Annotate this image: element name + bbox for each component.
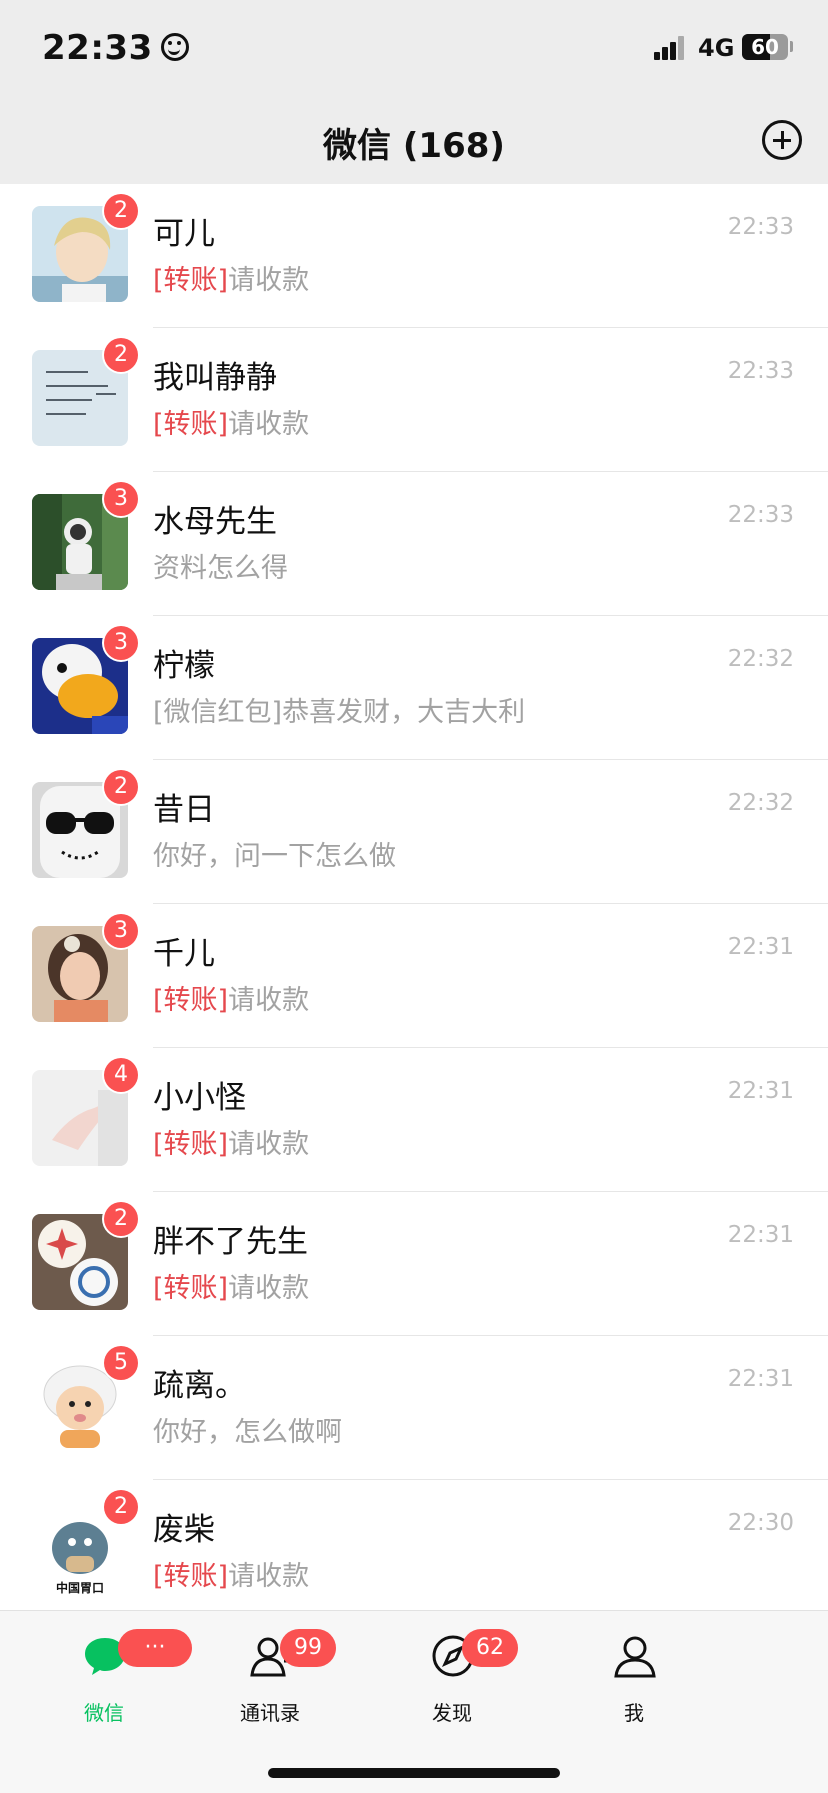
chat-preview: 你好，问一下怎么做 bbox=[153, 834, 396, 873]
chat-name: 我叫静静 bbox=[153, 360, 277, 396]
unread-badge: 2 bbox=[104, 338, 138, 372]
tab-badge: 99 bbox=[280, 1629, 336, 1667]
chat-name: 可儿 bbox=[153, 216, 215, 252]
avatar-caption: 中国胃口 bbox=[56, 1580, 104, 1595]
chat-preview: [转账]请收款 bbox=[153, 1554, 309, 1593]
chat-preview-text: 你好，问一下怎么做 bbox=[153, 841, 396, 872]
chat-time: 22:31 bbox=[727, 1366, 794, 1392]
chat-list-item[interactable]: 2 昔日 你好，问一下怎么做 22:32 bbox=[0, 760, 828, 904]
chat-preview: [转账]请收款 bbox=[153, 978, 309, 1017]
signal-icon bbox=[654, 36, 686, 60]
tab-contacts[interactable]: 99 通讯录 bbox=[190, 1627, 350, 1727]
chat-list-item[interactable]: 3 千儿 [转账]请收款 22:31 bbox=[0, 904, 828, 1048]
chat-preview-text: 资料怎么得 bbox=[153, 553, 288, 584]
chat-list-item[interactable]: 3 柠檬 [微信红包]恭喜发财，大吉大利 22:32 bbox=[0, 616, 828, 760]
chat-time: 22:31 bbox=[727, 1078, 794, 1104]
chat-list-item[interactable]: 4 小小怪 [转账]请收款 22:31 bbox=[0, 1048, 828, 1192]
chat-name: 小小怪 bbox=[153, 1080, 246, 1116]
chat-list-item[interactable]: 3 水母先生 资料怎么得 22:33 bbox=[0, 472, 828, 616]
chat-list: 2 可儿 [转账]请收款 22:33 2 我叫静静 [转账]请收款 22:33 … bbox=[0, 184, 828, 1624]
tab-bar: ··· 微信 99 通讯录 62 发现 我 bbox=[0, 1610, 828, 1793]
nav-bar: 微信 (168) bbox=[0, 100, 828, 184]
chat-list-item[interactable]: 2 胖不了先生 [转账]请收款 22:31 bbox=[0, 1192, 828, 1336]
chat-preview: [转账]请收款 bbox=[153, 1122, 309, 1161]
home-indicator bbox=[268, 1768, 560, 1778]
chat-name: 柠檬 bbox=[153, 648, 215, 684]
network-label: 4G bbox=[698, 34, 735, 62]
unread-badge: 2 bbox=[104, 1490, 138, 1524]
unread-badge: 5 bbox=[104, 1346, 138, 1380]
chat-preview: [微信红包]恭喜发财，大吉大利 bbox=[153, 690, 525, 729]
battery-icon: 60 bbox=[742, 34, 788, 60]
smiley-icon bbox=[160, 32, 189, 61]
chat-preview: [转账]请收款 bbox=[153, 1266, 309, 1305]
chat-list-item[interactable]: 2 我叫静静 [转账]请收款 22:33 bbox=[0, 328, 828, 472]
chat-preview-tag: [转账] bbox=[153, 985, 229, 1016]
chat-preview-tag: [转账] bbox=[153, 409, 229, 440]
tab-badge: 62 bbox=[462, 1629, 518, 1667]
tab-label: 我 bbox=[624, 1701, 644, 1725]
chat-preview-text: 你好，怎么做啊 bbox=[153, 1417, 342, 1448]
chat-name: 疏离。 bbox=[153, 1368, 246, 1404]
chat-list-item[interactable]: 2 可儿 [转账]请收款 22:33 bbox=[0, 184, 828, 328]
chat-preview-text: 请收款 bbox=[228, 1129, 310, 1160]
chat-preview: [转账]请收款 bbox=[153, 258, 309, 297]
chat-preview-text: 请收款 bbox=[228, 985, 310, 1016]
unread-badge: 3 bbox=[104, 626, 138, 660]
page-title: 微信 (168) bbox=[323, 126, 505, 166]
chat-time: 22:31 bbox=[727, 934, 794, 960]
chat-name: 千儿 bbox=[153, 936, 215, 972]
chat-preview-tag: [转账] bbox=[153, 1561, 229, 1592]
tab-chats[interactable]: ··· 微信 bbox=[24, 1627, 192, 1727]
unread-badge: 3 bbox=[104, 914, 138, 948]
chat-preview: [转账]请收款 bbox=[153, 402, 309, 441]
tab-me[interactable]: 我 bbox=[554, 1627, 714, 1727]
status-time: 22:33 bbox=[42, 28, 189, 68]
chat-list-item[interactable]: 中国胃口 2 废柴 [转账]请收款 22:30 bbox=[0, 1480, 828, 1624]
tab-label: 发现 bbox=[432, 1701, 472, 1725]
chat-preview-text: 请收款 bbox=[228, 409, 310, 440]
battery-tip bbox=[790, 41, 793, 52]
chat-preview-tag: [转账] bbox=[153, 1129, 229, 1160]
chat-time: 22:33 bbox=[727, 358, 794, 384]
unread-badge: 3 bbox=[104, 482, 138, 516]
chat-time: 22:31 bbox=[727, 1222, 794, 1248]
chat-name: 昔日 bbox=[153, 792, 215, 828]
tab-label: 微信 bbox=[84, 1701, 124, 1725]
chat-name: 水母先生 bbox=[153, 504, 277, 540]
chat-preview: 资料怎么得 bbox=[153, 546, 288, 585]
chat-preview: 你好，怎么做啊 bbox=[153, 1410, 342, 1449]
unread-badge: 2 bbox=[104, 770, 138, 804]
unread-badge: 2 bbox=[104, 1202, 138, 1236]
person-icon bbox=[612, 1633, 658, 1679]
chat-name: 废柴 bbox=[153, 1512, 215, 1548]
battery-level-text: 60 bbox=[751, 35, 779, 59]
chat-preview-text: 请收款 bbox=[228, 1561, 310, 1592]
chat-time: 22:33 bbox=[727, 502, 794, 528]
chat-preview-text: 请收款 bbox=[228, 1273, 310, 1304]
chat-list-item[interactable]: 5 疏离。 你好，怎么做啊 22:31 bbox=[0, 1336, 828, 1480]
chat-preview-text: [微信红包]恭喜发财，大吉大利 bbox=[153, 697, 526, 728]
tab-discover[interactable]: 62 发现 bbox=[372, 1627, 532, 1727]
chat-time: 22:32 bbox=[727, 646, 794, 672]
chat-preview-tag: [转账] bbox=[153, 1273, 229, 1304]
unread-badge: 2 bbox=[104, 194, 138, 228]
chat-preview-text: 请收款 bbox=[228, 265, 310, 296]
chat-time: 22:33 bbox=[727, 214, 794, 240]
chat-name: 胖不了先生 bbox=[153, 1224, 308, 1260]
chat-time: 22:30 bbox=[727, 1510, 794, 1536]
status-bar: 22:33 4G 60 bbox=[0, 0, 828, 100]
tab-badge: ··· bbox=[118, 1629, 192, 1667]
chat-time: 22:32 bbox=[727, 790, 794, 816]
unread-badge: 4 bbox=[104, 1058, 138, 1092]
chat-preview-tag: [转账] bbox=[153, 265, 229, 296]
status-time-text: 22:33 bbox=[42, 28, 153, 68]
tab-label: 通讯录 bbox=[240, 1701, 300, 1725]
plus-circle-icon[interactable] bbox=[762, 120, 802, 160]
